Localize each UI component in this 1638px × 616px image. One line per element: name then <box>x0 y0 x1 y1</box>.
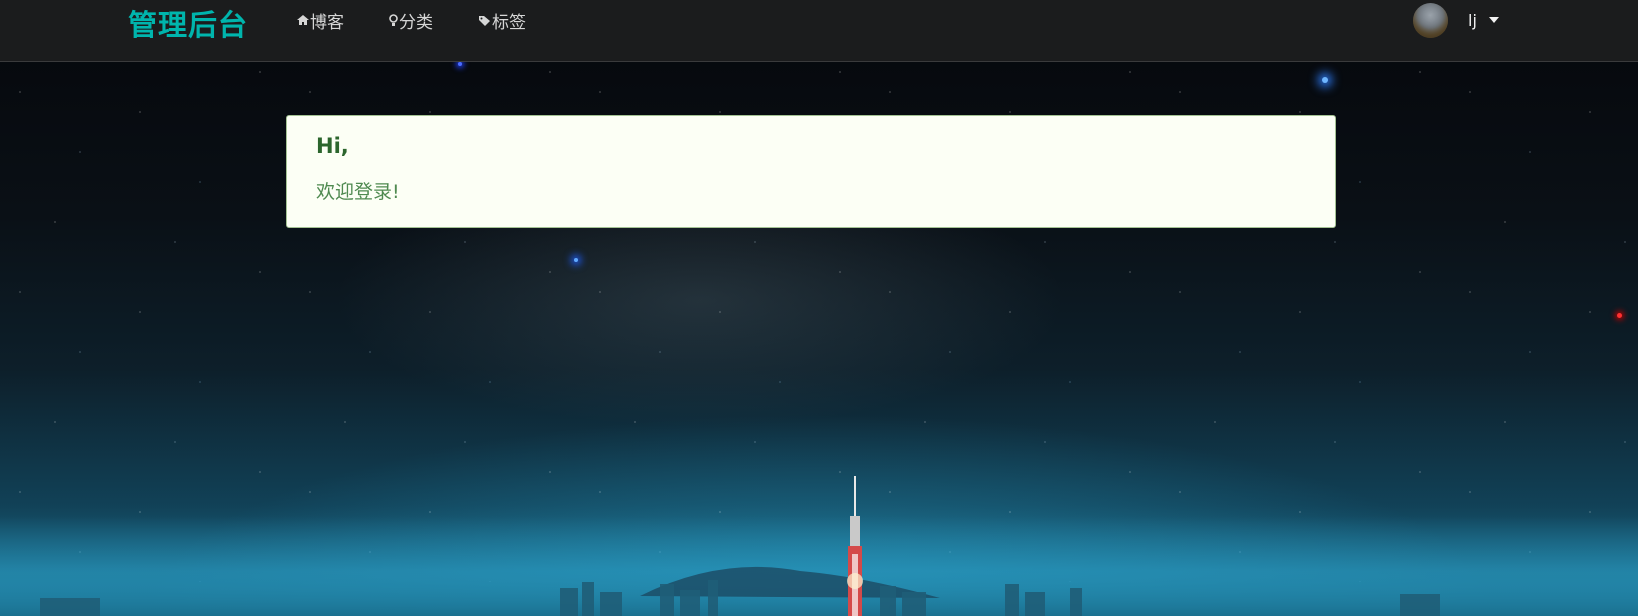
tags-icon <box>479 15 490 26</box>
user-dropdown[interactable]: lj <box>1413 2 1499 38</box>
page: 管理后台 博客 分类 标签 lj Hi, 欢迎登录! <box>0 0 1638 616</box>
message-header: Hi, <box>316 134 349 158</box>
brand-title[interactable]: 管理后台 <box>128 2 248 44</box>
nav-item-blog[interactable]: 博客 <box>297 8 344 33</box>
username: lj <box>1468 10 1477 30</box>
message-body: 欢迎登录! <box>316 181 400 203</box>
user-avatar <box>1413 2 1448 38</box>
glow-star <box>1617 313 1622 318</box>
nav-item-label: 博客 <box>310 12 344 33</box>
caret-down-icon <box>1488 17 1499 23</box>
nav-item-tags[interactable]: 标签 <box>479 8 526 33</box>
home-icon <box>297 15 309 25</box>
idea-icon <box>389 13 398 26</box>
nav-item-label: 标签 <box>492 12 526 33</box>
welcome-message: Hi, 欢迎登录! <box>286 115 1336 228</box>
nav-item-category[interactable]: 分类 <box>389 8 433 33</box>
nav-item-label: 分类 <box>399 12 433 33</box>
glow-star <box>574 258 578 262</box>
glow-star <box>1322 77 1328 83</box>
glow-star <box>458 62 462 66</box>
city-skyline-image <box>0 476 1638 616</box>
top-navbar: 管理后台 博客 分类 标签 lj <box>0 0 1638 62</box>
